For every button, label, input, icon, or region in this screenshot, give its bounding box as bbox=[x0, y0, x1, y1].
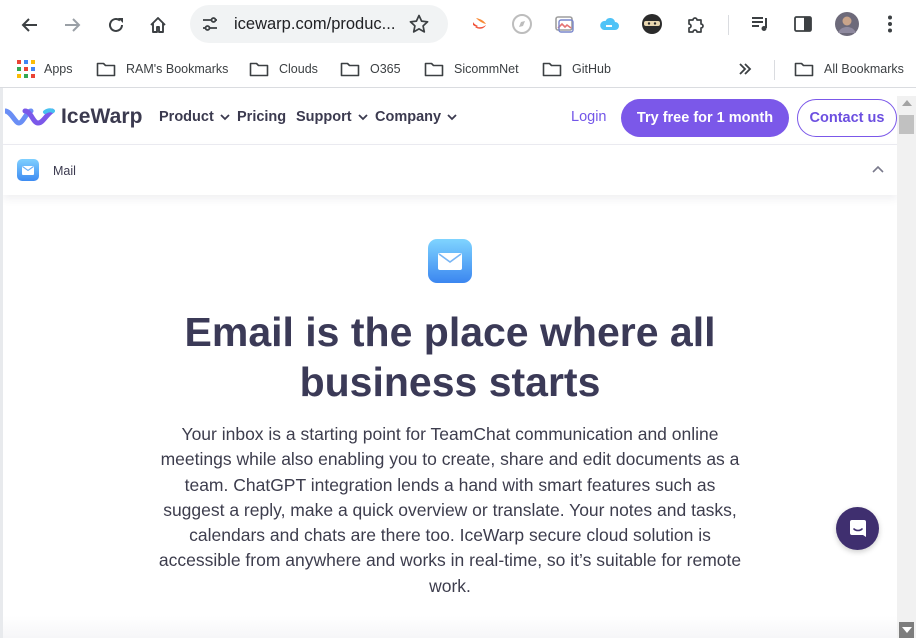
nav-support[interactable]: Support bbox=[296, 109, 368, 125]
url-text[interactable]: icewarp.com/produc... bbox=[234, 15, 395, 34]
chat-bubble-icon bbox=[849, 519, 866, 537]
bookmarks-overflow-button[interactable] bbox=[738, 58, 752, 80]
bookmark-github[interactable]: GitHub bbox=[542, 58, 611, 80]
product-subnav: Mail bbox=[3, 145, 897, 195]
home-icon bbox=[150, 17, 166, 33]
bookmarks-separator bbox=[774, 60, 775, 80]
scrollbar-thumb[interactable] bbox=[899, 115, 914, 134]
bookmark-label: SicommNet bbox=[454, 62, 519, 76]
page-viewport: IceWarp Product Pricing Support Company … bbox=[3, 89, 897, 638]
ninja-extension-icon[interactable] bbox=[640, 12, 664, 36]
mail-hero-icon bbox=[428, 239, 472, 283]
scroll-down-arrow-icon[interactable] bbox=[899, 622, 914, 638]
scroll-up-arrow-icon[interactable] bbox=[902, 100, 912, 106]
forward-arrow-icon bbox=[65, 18, 81, 32]
bookmark-sicommnet[interactable]: SicommNet bbox=[424, 58, 519, 80]
chevron-down-icon bbox=[357, 113, 368, 120]
bookmark-label: O365 bbox=[370, 62, 401, 76]
reload-icon bbox=[109, 17, 123, 32]
all-bookmarks[interactable]: All Bookmarks bbox=[794, 58, 904, 80]
compass-extension-icon[interactable] bbox=[510, 12, 534, 36]
site-header: IceWarp Product Pricing Support Company … bbox=[3, 89, 897, 145]
bookmark-label: GitHub bbox=[572, 62, 611, 76]
browser-window: icewarp.com/produc... Apps RAM's Bookmar… bbox=[0, 0, 916, 638]
gallery-extension-icon[interactable] bbox=[553, 12, 577, 36]
folder-icon bbox=[794, 62, 814, 77]
nav-product-label: Product bbox=[159, 109, 214, 125]
hero-description: Your inbox is a starting point for TeamC… bbox=[158, 424, 742, 596]
bookmark-o365[interactable]: O365 bbox=[340, 58, 401, 80]
contact-us-button[interactable]: Contact us bbox=[797, 99, 897, 137]
icewarp-logo[interactable]: IceWarp bbox=[5, 103, 143, 131]
cloud-extension-icon[interactable] bbox=[597, 12, 621, 36]
page-scrollbar[interactable] bbox=[897, 96, 916, 638]
nav-company-label: Company bbox=[375, 109, 442, 125]
bookmarks-bar: Apps RAM's Bookmarks Clouds O365 SicommN… bbox=[0, 50, 916, 88]
folder-icon bbox=[96, 62, 116, 77]
apps-grid-icon bbox=[17, 60, 35, 78]
try-free-button[interactable]: Try free for 1 month bbox=[621, 99, 789, 137]
side-panel-icon[interactable] bbox=[791, 12, 815, 36]
toolbar-separator bbox=[728, 15, 729, 35]
folder-icon bbox=[249, 62, 269, 77]
double-chevron-right-icon bbox=[739, 63, 752, 75]
forward-button[interactable] bbox=[56, 9, 88, 41]
reload-button[interactable] bbox=[100, 9, 132, 41]
media-control-icon[interactable] bbox=[748, 12, 772, 36]
chevron-up-icon[interactable] bbox=[872, 165, 884, 173]
bookmark-apps[interactable]: Apps bbox=[17, 58, 73, 80]
chat-widget-button[interactable] bbox=[836, 507, 879, 550]
back-arrow-icon bbox=[21, 18, 37, 32]
folder-icon bbox=[542, 62, 562, 77]
icewarp-logo-icon bbox=[5, 108, 55, 126]
bookmark-rams-bookmarks[interactable]: RAM's Bookmarks bbox=[96, 58, 228, 80]
bookmark-label: Apps bbox=[44, 62, 73, 76]
bookmark-label: RAM's Bookmarks bbox=[126, 62, 229, 76]
bookmark-star-icon[interactable] bbox=[408, 13, 430, 35]
chevron-down-icon bbox=[220, 113, 230, 120]
extensions-puzzle-icon[interactable] bbox=[684, 12, 708, 36]
brand-name: IceWarp bbox=[61, 105, 143, 128]
folder-icon bbox=[424, 62, 444, 77]
chevron-down-icon bbox=[447, 113, 457, 120]
all-bookmarks-label: All Bookmarks bbox=[824, 62, 904, 76]
nav-pricing-label: Pricing bbox=[237, 109, 287, 125]
home-button[interactable] bbox=[142, 9, 174, 41]
bookmark-clouds[interactable]: Clouds bbox=[249, 58, 318, 80]
bookmark-label: Clouds bbox=[279, 62, 318, 76]
folder-icon bbox=[340, 62, 360, 77]
nav-product[interactable]: Product bbox=[159, 109, 230, 125]
hero-title: Email is the place where all business st… bbox=[184, 309, 716, 405]
nav-pricing[interactable]: Pricing bbox=[237, 109, 286, 125]
subnav-mail-label: Mail bbox=[53, 164, 76, 178]
site-info-icon[interactable] bbox=[200, 14, 220, 34]
browser-menu-icon[interactable] bbox=[878, 12, 902, 36]
back-button[interactable] bbox=[14, 9, 46, 41]
next-section-edge bbox=[3, 616, 897, 638]
login-link[interactable]: Login bbox=[571, 109, 606, 125]
address-bar[interactable]: icewarp.com/produc... bbox=[190, 5, 448, 43]
swift-extension-icon[interactable] bbox=[468, 12, 492, 36]
profile-avatar[interactable] bbox=[835, 12, 859, 36]
browser-toolbar: icewarp.com/produc... bbox=[0, 0, 916, 50]
nav-support-label: Support bbox=[296, 109, 352, 125]
mail-icon bbox=[17, 159, 39, 181]
nav-company[interactable]: Company bbox=[375, 109, 457, 125]
